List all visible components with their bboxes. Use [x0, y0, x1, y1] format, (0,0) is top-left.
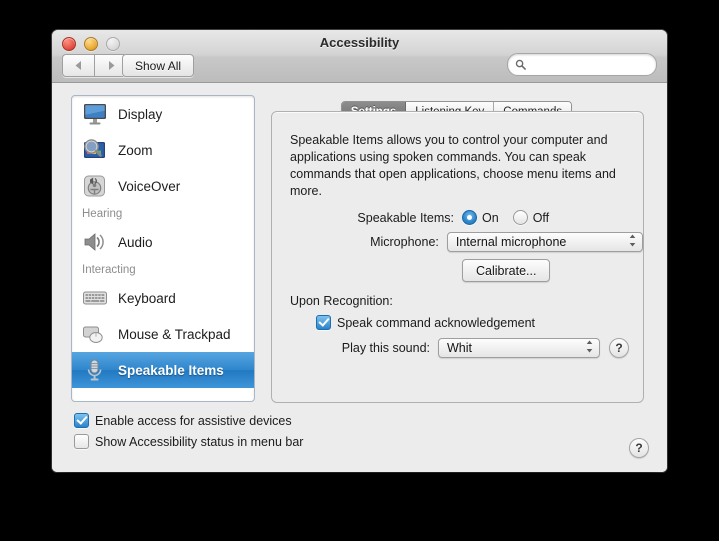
microphone-icon [81, 357, 109, 383]
system-preferences-window: Accessibility Show All Display Zoom Voic… [52, 30, 667, 472]
audio-icon [81, 229, 109, 255]
show-menubar-status-checkbox[interactable] [74, 434, 89, 449]
sidebar-item-label: VoiceOver [118, 178, 181, 194]
sidebar-item-label: Keyboard [118, 290, 176, 306]
navigation-buttons [62, 54, 127, 77]
sidebar-item-audio[interactable]: Audio [72, 224, 254, 260]
mouse-trackpad-icon [81, 321, 109, 347]
speak-acknowledgement-checkbox[interactable] [316, 315, 331, 330]
search-icon [515, 59, 526, 70]
sidebar-item-label: Speakable Items [118, 362, 224, 378]
radio-off[interactable] [512, 210, 528, 225]
window-titlebar: Accessibility Show All [52, 30, 667, 83]
speak-acknowledgement-row[interactable]: Speak command acknowledgement [316, 315, 643, 330]
window-title: Accessibility [319, 35, 400, 50]
display-icon [81, 101, 109, 127]
speakable-items-off-option[interactable]: Off [512, 210, 550, 225]
play-sound-value: Whit [447, 341, 472, 355]
calibrate-row: Calibrate... [272, 259, 643, 282]
microphone-label: Microphone: [370, 235, 439, 249]
microphone-value: Internal microphone [455, 235, 567, 249]
updown-arrows-icon [629, 234, 636, 250]
updown-arrows-icon [586, 340, 593, 356]
voiceover-icon [81, 173, 109, 199]
settings-tab-panel: Speakable Items allows you to control yo… [271, 111, 644, 403]
window-content: Display Zoom VoiceOver Hearing Audio Int… [52, 83, 667, 472]
sidebar-item-label: Zoom [118, 142, 153, 158]
show-menubar-status-row[interactable]: Show Accessibility status in menu bar [74, 434, 303, 449]
speakable-items-label: Speakable Items: [357, 210, 454, 225]
footer-options: Enable access for assistive devices Show… [74, 413, 303, 455]
sidebar-section-interacting: Interacting [82, 264, 136, 276]
accessibility-category-list[interactable]: Display Zoom VoiceOver Hearing Audio Int… [71, 95, 255, 402]
enable-assistive-label: Enable access for assistive devices [95, 413, 292, 428]
enable-assistive-row[interactable]: Enable access for assistive devices [74, 413, 303, 428]
sidebar-item-keyboard[interactable]: Keyboard [72, 280, 254, 316]
help-button[interactable]: ? [629, 438, 649, 458]
radio-on[interactable] [462, 210, 477, 225]
enable-assistive-checkbox[interactable] [74, 413, 89, 428]
show-menubar-status-label: Show Accessibility status in menu bar [95, 434, 304, 449]
show-all-button[interactable]: Show All [122, 54, 195, 77]
upon-recognition-label: Upon Recognition: [290, 294, 393, 308]
sidebar-item-label: Display [118, 106, 163, 122]
calibrate-button[interactable]: Calibrate... [462, 259, 551, 282]
search-input[interactable] [530, 57, 644, 72]
keyboard-icon [81, 285, 109, 311]
radio-on-label: On [482, 210, 499, 225]
speakable-items-description: Speakable Items allows you to control yo… [290, 133, 616, 198]
play-sound-help-button[interactable]: ? [609, 338, 629, 358]
upon-recognition-group: Upon Recognition: Speak command acknowle… [290, 294, 643, 358]
search-field[interactable] [507, 53, 657, 76]
speakable-items-on-option[interactable]: On [462, 210, 499, 225]
microphone-select[interactable]: Internal microphone [446, 232, 643, 252]
window-help-button: ? [629, 438, 649, 458]
chevron-right-icon [108, 61, 114, 70]
sidebar-item-mouse-trackpad[interactable]: Mouse & Trackpad [72, 316, 254, 352]
sidebar-item-label: Audio [118, 234, 153, 250]
play-sound-label: Play this sound: [341, 341, 430, 355]
sidebar-item-speakable-items[interactable]: Speakable Items [72, 352, 254, 388]
play-sound-select[interactable]: Whit [438, 338, 600, 358]
zoom-icon [81, 137, 109, 163]
sidebar-item-voiceover[interactable]: VoiceOver [72, 168, 254, 204]
desktop-background: Accessibility Show All Display Zoom Voic… [0, 0, 719, 541]
back-button[interactable] [62, 54, 94, 77]
sidebar-section-hearing: Hearing [82, 208, 123, 220]
chevron-left-icon [75, 61, 81, 70]
speak-acknowledgement-label: Speak command acknowledgement [337, 315, 536, 330]
speakable-items-row: Speakable Items: On Off [272, 210, 643, 225]
settings-form: Speakable Items: On Off Microphone: Inte… [272, 210, 643, 358]
sidebar-item-zoom[interactable]: Zoom [72, 132, 254, 168]
sidebar-item-label: Mouse & Trackpad [118, 326, 231, 342]
sidebar-item-display[interactable]: Display [72, 96, 254, 132]
radio-off-label: Off [532, 210, 550, 225]
microphone-row: Microphone: Internal microphone [272, 232, 643, 252]
play-sound-row: Play this sound: Whit ? [290, 338, 643, 358]
